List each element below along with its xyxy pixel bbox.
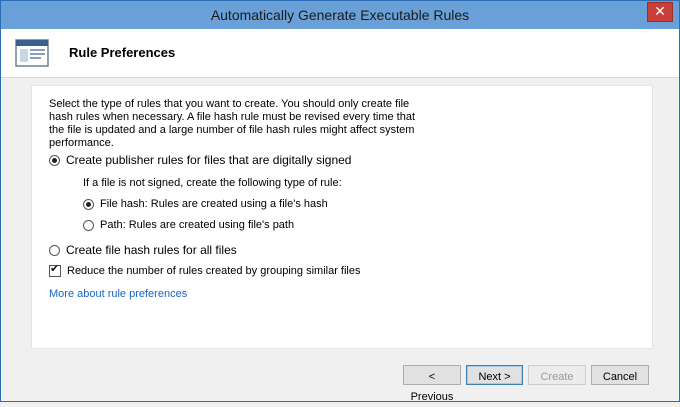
dialog-window: Automatically Generate Executable Rules …: [0, 0, 680, 403]
radio-selected-icon[interactable]: [49, 154, 60, 166]
page-heading: Rule Preferences: [69, 45, 176, 60]
footer-buttons: < Previous Next > Create Cancel: [1, 347, 679, 403]
title-bar[interactable]: Automatically Generate Executable Rules …: [1, 1, 679, 29]
radio-unselected-icon[interactable]: [83, 219, 94, 231]
more-about-rule-preferences-link[interactable]: More about rule preferences: [49, 288, 187, 300]
close-button[interactable]: ✕: [647, 2, 673, 22]
radio-unselected-icon[interactable]: [49, 244, 60, 256]
close-icon: ✕: [654, 3, 666, 19]
next-button[interactable]: Next >: [466, 365, 523, 385]
publisher-rules-radio[interactable]: Create publisher rules for files that ar…: [49, 153, 351, 167]
all-hash-rules-label: Create file hash rules for all files: [66, 243, 237, 257]
file-hash-label: File hash: Rules are created using a fil…: [100, 198, 328, 210]
path-label: Path: Rules are created using file's pat…: [100, 219, 295, 231]
file-hash-radio[interactable]: File hash: Rules are created using a fil…: [83, 198, 328, 210]
checkbox-checked-icon[interactable]: ✔: [49, 263, 61, 277]
cancel-button[interactable]: Cancel: [591, 365, 649, 385]
previous-button[interactable]: < Previous: [403, 365, 461, 403]
description-text: Select the type of rules that you want t…: [49, 98, 416, 149]
reduce-rules-label: Reduce the number of rules created by gr…: [67, 265, 361, 277]
path-radio[interactable]: Path: Rules are created using file's pat…: [83, 219, 294, 231]
reduce-rules-checkbox[interactable]: ✔ Reduce the number of rules created by …: [49, 263, 361, 277]
radio-selected-icon[interactable]: [83, 198, 94, 210]
all-hash-rules-radio[interactable]: Create file hash rules for all files: [49, 243, 237, 257]
window-title: Automatically Generate Executable Rules: [210, 7, 470, 23]
create-button[interactable]: Create: [528, 365, 586, 385]
publisher-rules-label: Create publisher rules for files that ar…: [66, 153, 352, 167]
wizard-header: Rule Preferences: [1, 29, 679, 78]
content-panel: Select the type of rules that you want t…: [31, 85, 653, 349]
window-icon: [15, 39, 49, 67]
unsigned-files-label: If a file is not signed, create the foll…: [83, 177, 342, 189]
